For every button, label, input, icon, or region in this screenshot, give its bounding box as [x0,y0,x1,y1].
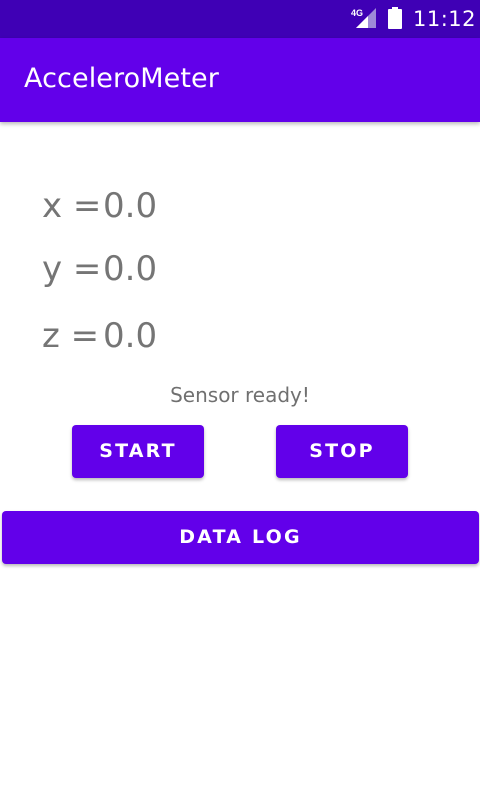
y-axis-label: y = [42,249,102,289]
app-title: AcceleroMeter [24,63,219,94]
stop-button[interactable]: STOP [276,425,408,478]
y-axis-value: 0.0 [103,249,158,289]
sensor-status-text: Sensor ready! [170,383,310,407]
network-type-label: 4G [351,8,363,18]
data-log-button[interactable]: DATA LOG [2,511,479,564]
start-button[interactable]: START [72,425,204,478]
z-axis-reading: z = 0.0 [42,314,157,358]
z-axis-label: z = [42,316,100,356]
battery-icon [388,7,402,29]
signal-icon: 4G [351,8,376,28]
status-bar: 4G 11:12 [0,0,480,38]
x-axis-reading: x =0.0 [42,184,157,228]
x-axis-value: 0.0 [103,186,158,226]
clock-time: 11:12 [413,7,477,31]
z-axis-value: 0.0 [103,316,158,356]
y-axis-reading: y =0.0 [42,247,157,291]
x-axis-label: x = [42,186,102,226]
app-bar: AcceleroMeter [0,38,480,122]
